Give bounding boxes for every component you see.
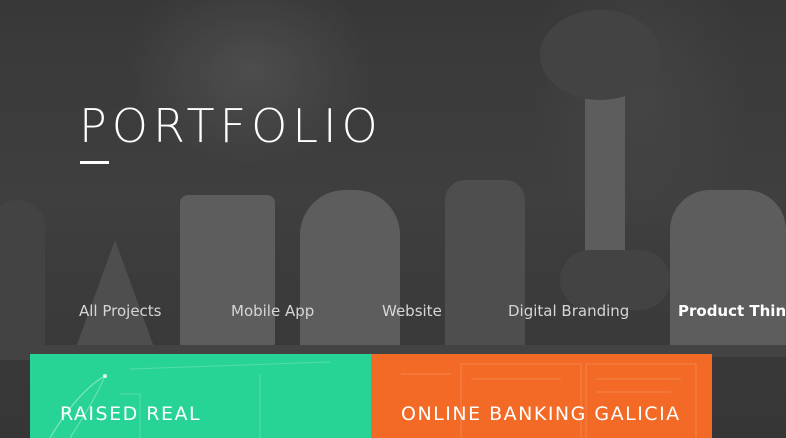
filter-all-projects[interactable]: All Projects [79, 300, 162, 322]
filter-mobile-app[interactable]: Mobile App [231, 300, 314, 322]
card-title: RAISED REAL [60, 403, 202, 425]
card-title: ONLINE BANKING GALICIA [401, 403, 681, 425]
portfolio-filter-bar: All Projects Mobile App Website Digital … [0, 300, 786, 324]
filter-website[interactable]: Website [382, 300, 442, 322]
project-card-online-banking-galicia[interactable]: ONLINE BANKING GALICIA [371, 354, 712, 438]
project-card-raised-real[interactable]: RAISED REAL [30, 354, 371, 438]
filter-product-thinking[interactable]: Product Think [678, 300, 786, 322]
page-title: PORTFOLIO [79, 99, 383, 153]
title-underline [80, 161, 109, 164]
filter-digital-branding[interactable]: Digital Branding [508, 300, 629, 322]
